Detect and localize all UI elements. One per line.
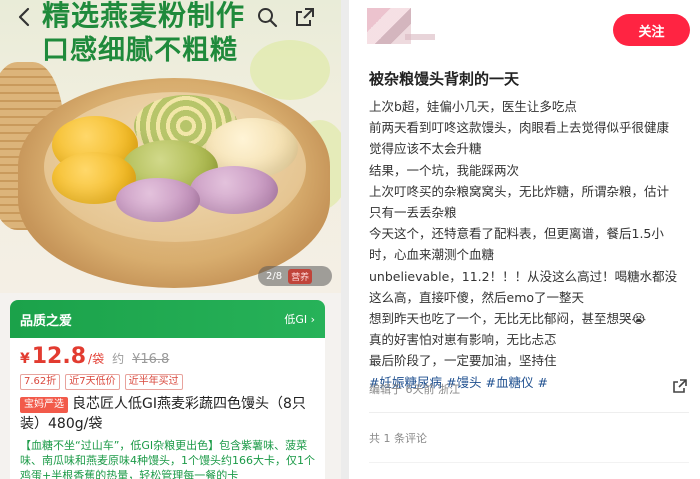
post-line: 只有一丢丢杂粮 (369, 205, 457, 221)
hashtag-link[interactable]: #血糖仪 (485, 372, 533, 393)
name-badge: 宝妈严选 (20, 397, 68, 413)
promo-tag: 7.62折 (20, 374, 61, 390)
post-line: 想到昨天也吃了一个，无比无比郁闷，甚至想哭😭 (369, 311, 647, 327)
post-line: 觉得应该不太会升糖 (369, 141, 482, 157)
post-title: 被杂粮馒头背刺的一天 (369, 70, 520, 88)
post-body: 上次b超，娃偏小几天，医生让多吃点 前两天看到叮咚这款馒头，肉眼看上去觉得似乎很… (369, 96, 689, 393)
back-arrow-icon[interactable] (14, 6, 36, 28)
hero-headline-2: 口感细腻不粗糙 (42, 35, 238, 66)
product-card[interactable]: 品质之爱 低GI › ¥ 12.8 /袋 约 ¥16.8 7.62折 近7天低价… (10, 300, 325, 479)
bun-purple (116, 178, 200, 222)
product-image[interactable]: 精选燕麦粉制作 口感细腻不粗糙 2/8 营养 (0, 0, 341, 293)
divider-line (369, 462, 689, 463)
promo-tag: 近半年买过 (124, 374, 183, 390)
bun-purple (190, 166, 278, 214)
post-line: 上次b超，娃偏小几天，医生让多吃点 (369, 99, 577, 114)
search-icon[interactable] (256, 6, 278, 28)
post-line: 前两天看到叮咚这款馒头，肉眼看上去觉得似乎很健康 (369, 120, 670, 136)
post-line: 这么高，直接吓傻，然后emo了一整天 (369, 289, 585, 305)
promo-tags: 7.62折 近7天低价 近半年买过 (20, 374, 183, 390)
share-icon[interactable] (294, 6, 316, 28)
price-row: ¥ 12.8 /袋 约 ¥16.8 (20, 344, 169, 369)
product-description: 【血糖不坐“过山车”，低GI杂粮更出色】包含紫薯味、菠菜味、南瓜味和燕麦原味4种… (20, 439, 315, 479)
original-price: ¥16.8 (132, 352, 170, 367)
price-value: 12.8 (31, 344, 87, 369)
pane-divider (341, 0, 349, 479)
post-line: 时，心血来潮测个血糖 (369, 247, 495, 263)
post-line: 上次叮咚买的杂粮窝窝头，无比炸糖，所谓杂粮，估计 (369, 183, 670, 199)
share-icon[interactable] (672, 378, 688, 394)
post-line: 今天这个，还特意看了配料表，但更离谱，餐后1.5小 (369, 226, 664, 242)
post-meta: 编辑于 6天前 浙江 (369, 383, 460, 396)
post-line: 结果，一个坑，我能踩两次 (369, 162, 520, 178)
post-line: 真的好害怕对崽有影响，无比忐忑 (369, 332, 557, 348)
background-leaf (250, 40, 330, 100)
image-pager: 2/8 营养 (258, 266, 332, 286)
product-name[interactable]: 宝妈严选 良芯匠人低GI燕麦彩蔬四色馒头（8只装）480g/袋 (20, 394, 320, 434)
pager-count: 2/8 (266, 270, 283, 282)
price-symbol: ¥ (20, 351, 30, 367)
follow-button[interactable]: 关注 (613, 14, 690, 46)
price-unit: /袋 (88, 352, 105, 366)
username-blurred (405, 34, 435, 40)
pager-tag: 营养 (288, 268, 313, 284)
post-line: unbelievable，11.2！！！从没这么高过！喝糖水都没 (369, 268, 678, 284)
low-gi-link[interactable]: 低GI › (284, 311, 315, 327)
card-title: 品质之爱 (20, 313, 73, 329)
hashtag-link[interactable]: # (537, 372, 547, 393)
product-pane: 精选燕麦粉制作 口感细腻不粗糙 2/8 营养 品质之爱 低GI › ¥ 12.8… (0, 0, 341, 479)
card-header: 品质之爱 低GI › (10, 300, 325, 338)
comment-count: 共 1 条评论 (369, 432, 427, 445)
post-pane: 关注 被杂粮馒头背刺的一天 上次b超，娃偏小几天，医生让多吃点 前两天看到叮咚这… (349, 0, 700, 479)
price-approx: 约 (112, 352, 125, 366)
post-line: 最后阶段了，一定要加油，坚持住 (369, 353, 557, 369)
divider-line (369, 412, 689, 413)
promo-tag: 近7天低价 (65, 374, 120, 390)
